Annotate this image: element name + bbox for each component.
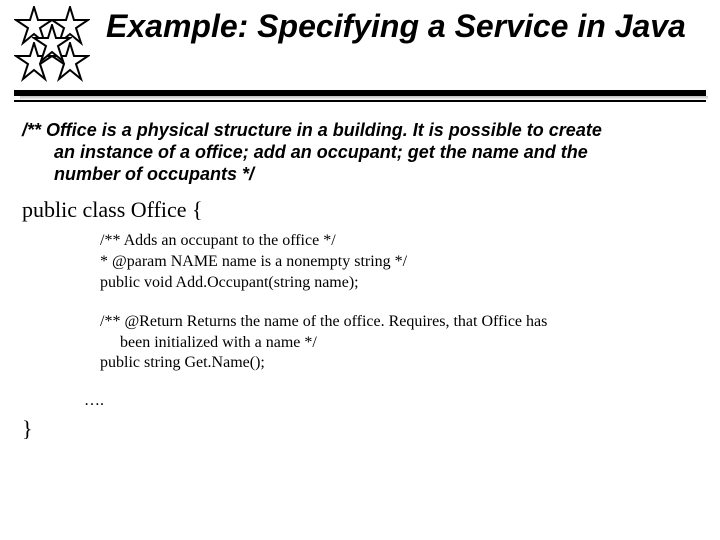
close-brace: }: [22, 416, 698, 442]
code-line: public void Add.Occupant(string name);: [100, 273, 698, 294]
doc-line: number of occupants */: [22, 164, 698, 186]
code-line: public string Get.Name();: [100, 353, 698, 374]
code-line: been initialized with a name */: [100, 333, 698, 354]
class-doc-comment: /** Office is a physical structure in a …: [22, 120, 698, 186]
method-block: /** @Return Returns the name of the offi…: [22, 312, 698, 374]
code-line: /** @Return Returns the name of the offi…: [100, 312, 698, 333]
divider: [14, 90, 706, 106]
doc-line: /** Office is a physical structure in a …: [22, 120, 602, 140]
code-line: * @param NAME name is a nonempty string …: [100, 252, 698, 273]
star-icon: [32, 24, 72, 64]
slide-title: Example: Specifying a Service in Java: [106, 6, 686, 45]
code-line: /** Adds an occupant to the office */: [100, 231, 698, 252]
method-block: /** Adds an occupant to the office */ * …: [22, 231, 698, 293]
ellipsis: ….: [22, 392, 698, 410]
class-declaration: public class Office {: [22, 196, 698, 224]
doc-line: an instance of a office; add an occupant…: [22, 142, 698, 164]
logo-stars: [14, 6, 96, 88]
